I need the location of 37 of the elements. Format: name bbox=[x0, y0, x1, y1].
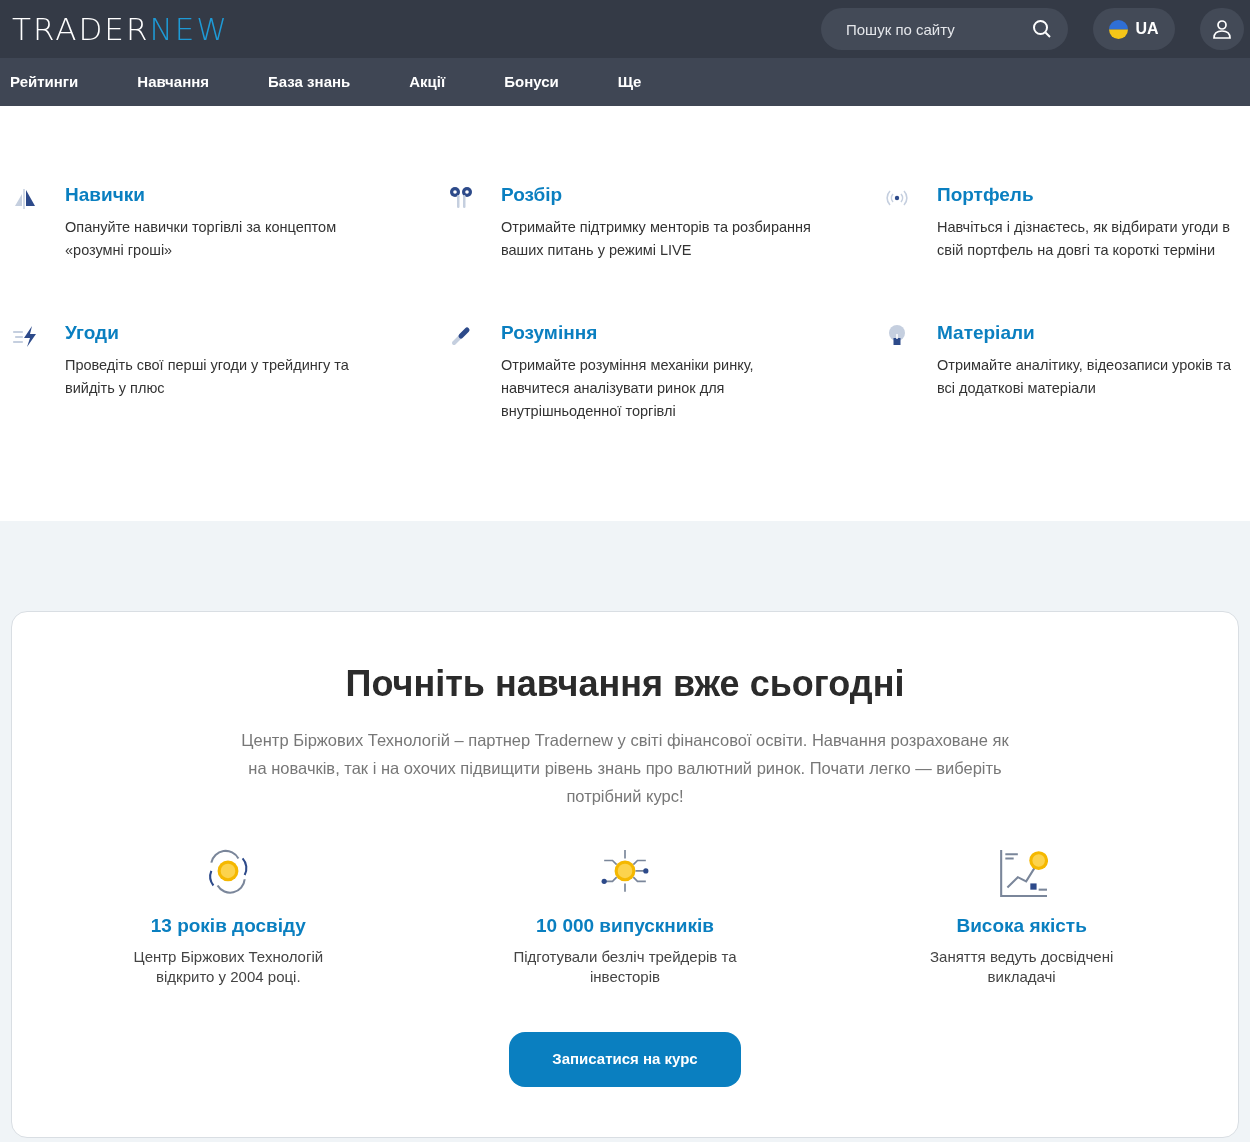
bolt-icon bbox=[12, 324, 38, 348]
feature-text: Опануйте навички торгівлі за концептом «розумні гроші» bbox=[65, 218, 338, 260]
feature-text: Отримайте розуміння механіки ринку, навчитеся аналізувати ринок для внутрішньоденної торгівлі bbox=[501, 356, 755, 421]
nav-link[interactable]: База знань bbox=[268, 70, 351, 94]
feature-title: Навички bbox=[65, 183, 145, 207]
flag-icon bbox=[1109, 19, 1129, 39]
stat-title: Висока якість bbox=[956, 914, 1087, 938]
nav-link[interactable]: Навчання bbox=[137, 70, 210, 94]
earbuds-icon bbox=[448, 186, 474, 210]
cta-text: Центр Біржових Технологій – партнер Tradernew у світі фінансової освіти. Навчання розраховане як на новачків, так і на охочих підвищити рівень знань про валютний ринок. Почати легко — виберіть потрібний курс! bbox=[240, 730, 1010, 807]
logo[interactable]: TRADER NEW bbox=[12, 13, 229, 45]
enroll-button[interactable]: Записатися на курс bbox=[509, 1031, 741, 1087]
feature-text: Проведіть свої перші угоди у трейдингу та вийдіть у плюс bbox=[65, 356, 350, 398]
search-icon[interactable] bbox=[1032, 19, 1052, 39]
nav-link[interactable]: Акції bbox=[409, 70, 446, 94]
nav-link[interactable]: Рейтинги bbox=[10, 70, 79, 94]
account-button[interactable] bbox=[1200, 8, 1244, 50]
stat-title: 10 000 випускників bbox=[535, 914, 714, 938]
feature-title: Розбір bbox=[501, 183, 563, 207]
stat-text: Заняття ведуть досвідчені викладачі bbox=[929, 946, 1115, 987]
nav-link[interactable]: Бонуси bbox=[504, 70, 559, 94]
stat-title: 13 років досвіду bbox=[150, 914, 306, 938]
feature-title: Розуміння bbox=[501, 321, 598, 345]
feature-title: Угоди bbox=[65, 321, 119, 345]
stat-text: Підготували безліч трейдерів та інвесторів bbox=[512, 946, 738, 987]
cta-heading: Почніть навчання вже сьогодні bbox=[345, 662, 905, 706]
search-field[interactable]: Пошук по сайту bbox=[821, 8, 1068, 50]
feature-text: Отримайте підтримку менторів та розбирання ваших питань у режимі LIVE bbox=[501, 218, 812, 260]
language-button[interactable]: UA bbox=[1093, 8, 1175, 50]
feature-text: Отримайте аналітику, відеозаписи уроків та всі додаткові матеріали bbox=[937, 356, 1233, 398]
sail-icon bbox=[12, 186, 38, 210]
feature-title: Матеріали bbox=[937, 321, 1035, 345]
nav-link[interactable]: Ще bbox=[617, 70, 642, 94]
feature-text: Навчіться і дізнаєтесь, як відбирати угоди в свій портфель на довгі та короткі терміни bbox=[937, 218, 1231, 260]
feature-title: Портфель bbox=[937, 183, 1034, 207]
user-icon bbox=[1212, 19, 1232, 39]
stat-text: Центр Біржових Технологій відкрито у 2004 році. bbox=[132, 946, 325, 987]
